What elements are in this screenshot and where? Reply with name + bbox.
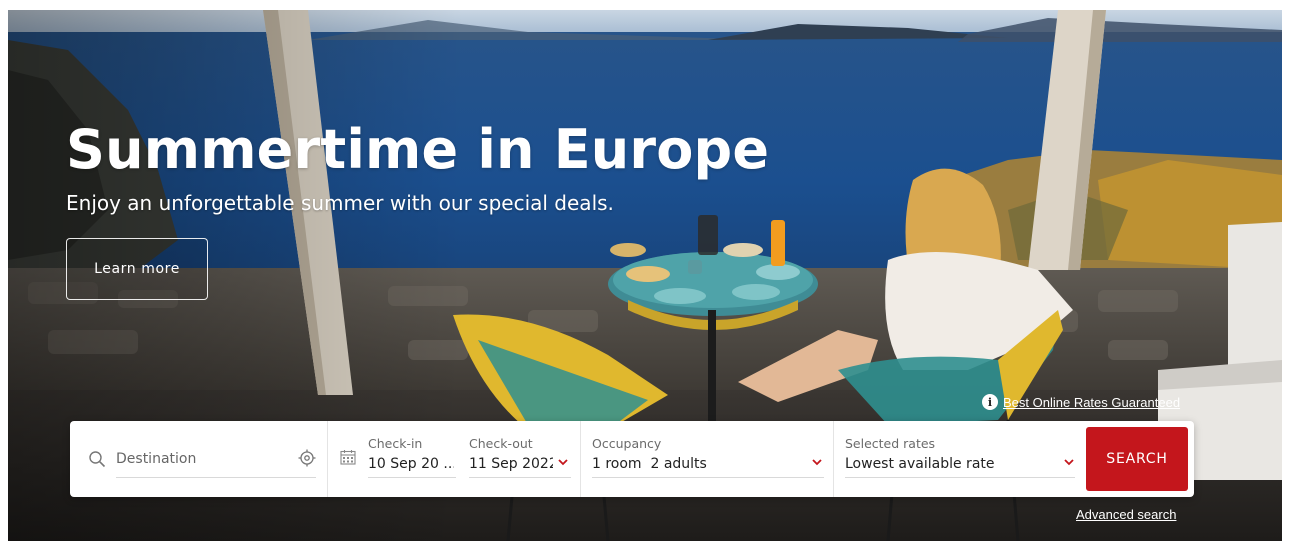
hero-title: Summertime in Europe [66,118,770,181]
locate-icon[interactable] [298,449,316,467]
chevron-down-icon[interactable] [1064,459,1074,466]
checkin-value[interactable]: 10 Sep 20 ... [368,456,454,472]
rates-underline [845,477,1075,478]
best-rates-note: i Best Online Rates Guaranteed [982,392,1180,412]
destination-input[interactable] [116,447,292,471]
checkin-label: Check-in [368,436,423,451]
info-icon: i [982,394,998,410]
calendar-icon [340,450,356,465]
occupancy-segment[interactable]: Occupancy 1 room 2 adults [581,421,834,497]
rates-segment[interactable]: Selected rates Lowest available rate [834,421,1084,497]
advanced-search-link[interactable]: Advanced search [1076,507,1176,522]
checkout-label: Check-out [469,436,533,451]
best-rates-link[interactable]: Best Online Rates Guaranteed [1003,395,1180,410]
occupancy-label: Occupancy [592,436,662,451]
hero-subtitle: Enjoy an unforgettable summer with our s… [66,191,614,215]
dates-segment[interactable]: Check-in 10 Sep 20 ... Check-out 11 Sep … [328,421,581,497]
learn-more-button[interactable]: Learn more [66,238,208,300]
search-icon [89,451,106,468]
checkin-underline [368,477,456,478]
rates-value[interactable]: Lowest available rate [845,456,1045,472]
occupancy-value[interactable]: 1 room 2 adults [592,456,792,472]
booking-search-bar: Check-in 10 Sep 20 ... Check-out 11 Sep … [70,421,1194,497]
destination-segment [70,421,328,497]
checkout-value[interactable]: 11 Sep 2022 [469,456,553,472]
checkout-underline [469,477,571,478]
destination-underline [116,477,316,478]
chevron-down-icon[interactable] [558,459,568,466]
search-button[interactable]: SEARCH [1086,427,1188,491]
rates-label: Selected rates [845,436,936,451]
chevron-down-icon[interactable] [812,459,822,466]
occupancy-underline [592,477,824,478]
